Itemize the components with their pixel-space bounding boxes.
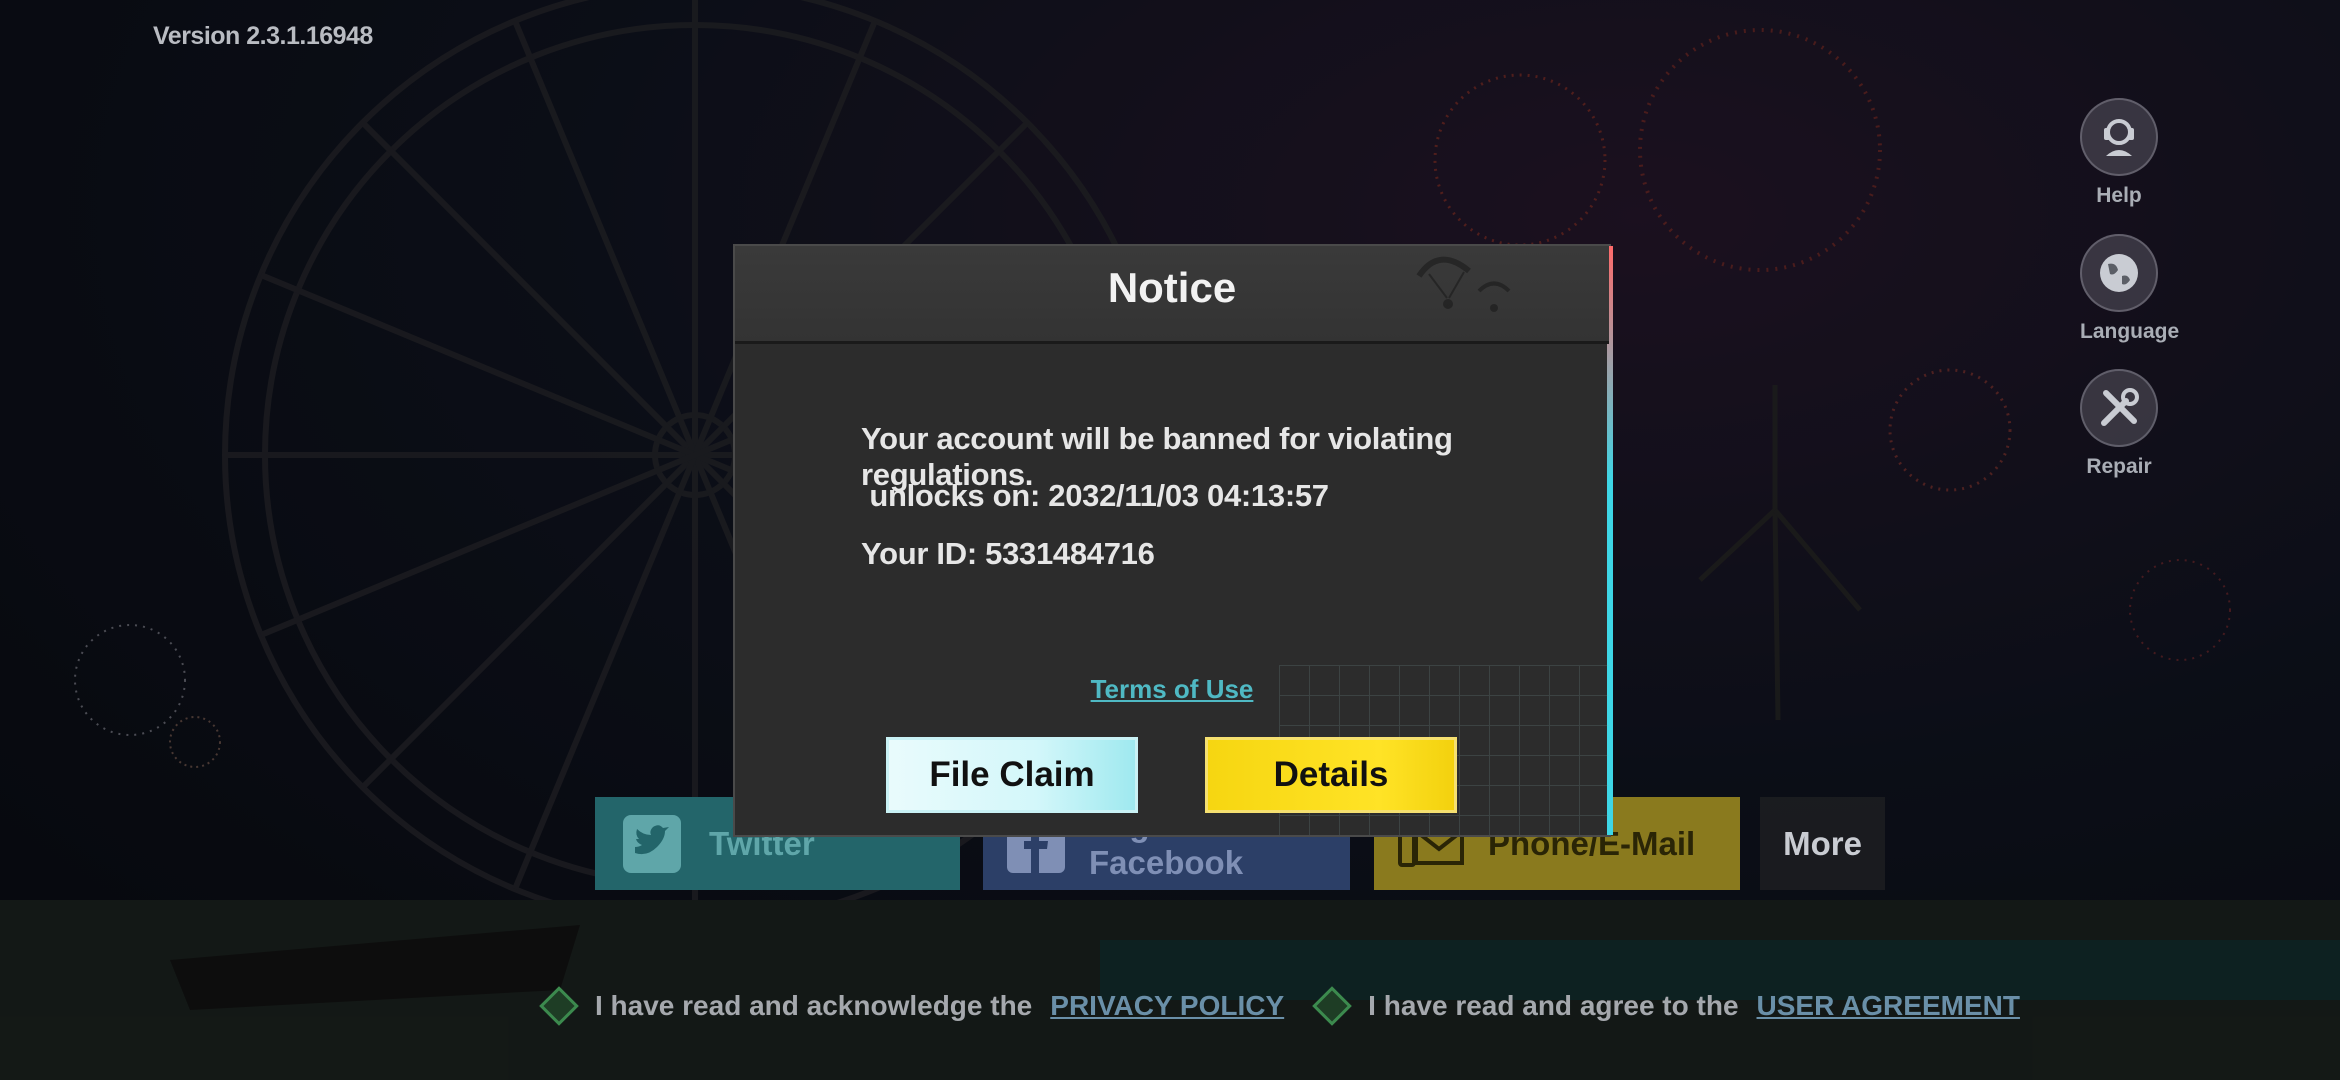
language-label: Language	[2080, 320, 2180, 343]
notice-dialog: Notice Your account will be banned for v…	[733, 244, 1613, 837]
details-button[interactable]: Details	[1205, 737, 1457, 813]
parachute-icon	[1416, 256, 1511, 312]
help-button[interactable]: Help	[2080, 98, 2158, 208]
privacy-policy-link[interactable]: PRIVACY POLICY	[1050, 990, 1284, 1022]
notice-header: Notice	[735, 246, 1609, 344]
account-id: Your ID: 5331484716	[861, 536, 1155, 571]
file-claim-label: File Claim	[929, 755, 1095, 794]
more-login-button[interactable]: More	[1760, 797, 1885, 890]
version-label: Version 2.3.1.16948	[153, 22, 373, 50]
language-button[interactable]: Language	[2080, 234, 2180, 344]
user-agreement-checkbox[interactable]	[1312, 986, 1352, 1026]
help-label: Help	[2096, 184, 2142, 207]
unlock-date: unlocks on: 2032/11/03 04:13:57	[861, 478, 1329, 513]
privacy-text: I have read and acknowledge the	[595, 990, 1033, 1021]
user-agreement-link[interactable]: USER AGREEMENT	[1757, 990, 2020, 1022]
twitter-icon	[617, 809, 687, 879]
help-icon	[2080, 98, 2158, 176]
details-label: Details	[1273, 755, 1389, 794]
file-claim-button[interactable]: File Claim	[886, 737, 1138, 813]
repair-label: Repair	[2086, 455, 2152, 478]
agreements-row: I have read and acknowledge the PRIVACY …	[539, 986, 2020, 1026]
wrench-icon	[2080, 369, 2158, 447]
user-agreement-text: I have read and agree to the	[1368, 990, 1739, 1021]
terms-of-use-link[interactable]: Terms of Use	[735, 674, 1609, 705]
more-label: More	[1783, 824, 1862, 862]
globe-icon	[2080, 234, 2158, 312]
repair-button[interactable]: Repair	[2080, 369, 2158, 479]
privacy-checkbox[interactable]	[539, 986, 579, 1026]
